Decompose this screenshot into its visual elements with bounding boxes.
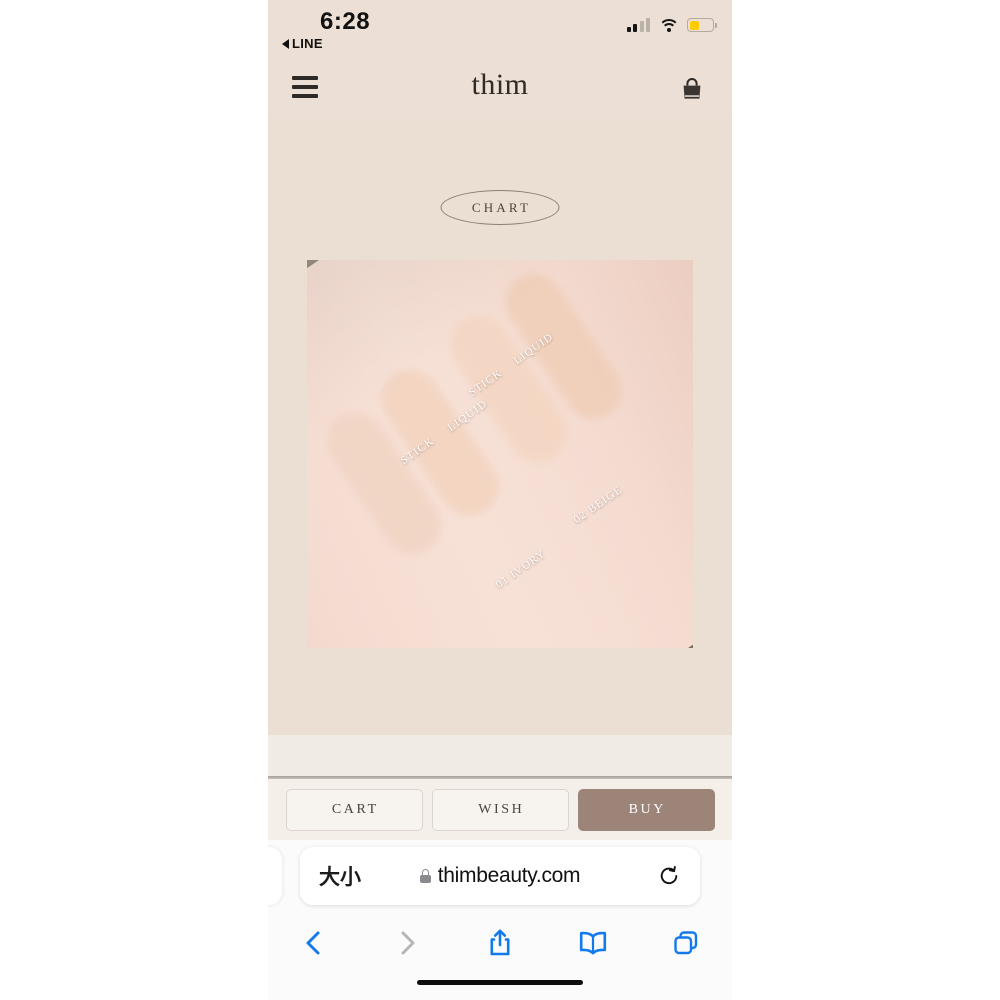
tabs-icon[interactable] xyxy=(639,929,732,957)
back-to-app-button[interactable]: LINE xyxy=(282,36,323,51)
shopping-bag-icon[interactable] xyxy=(678,75,706,103)
wish-button[interactable]: WISH xyxy=(431,788,569,831)
home-indicator xyxy=(417,980,583,985)
share-icon[interactable] xyxy=(454,928,547,958)
cart-button[interactable]: CART xyxy=(285,788,423,831)
reload-icon[interactable] xyxy=(658,865,680,887)
url-text: thimbeauty.com xyxy=(437,864,581,887)
back-to-app-label: LINE xyxy=(292,36,323,51)
forward-chevron-icon xyxy=(361,929,454,957)
product-action-bar: CART WISH BUY xyxy=(268,779,732,840)
foundation-swatch-photo[interactable]: STICK LIQUID STICK LIQUID 01 IVORY 02 BE… xyxy=(307,260,693,648)
brand-logo[interactable]: thim xyxy=(268,68,732,102)
status-bar: 6:28 LINE xyxy=(268,0,732,62)
bookmarks-icon[interactable] xyxy=(546,930,639,956)
buy-button[interactable]: BUY xyxy=(577,788,715,831)
phone-viewport: 6:28 LINE thim CHART STICK LIQUID STICK … xyxy=(268,0,732,1000)
address-bar-center: thimbeauty.com xyxy=(300,864,700,888)
battery-low-power-icon xyxy=(687,18,717,32)
address-bar[interactable]: 大小 thimbeauty.com xyxy=(300,847,700,905)
lock-icon xyxy=(419,869,431,883)
wifi-icon xyxy=(658,18,679,32)
browser-chrome: 大小 thimbeauty.com xyxy=(268,840,732,1000)
cellular-signal-icon xyxy=(626,18,650,32)
browser-toolbar xyxy=(268,916,732,970)
previous-tab-card[interactable] xyxy=(268,847,282,905)
chart-badge[interactable]: CHART xyxy=(440,190,560,225)
site-header: thim xyxy=(268,62,732,118)
triangle-left-icon xyxy=(282,38,289,49)
back-chevron-icon[interactable] xyxy=(268,929,361,957)
product-content: CHART STICK LIQUID STICK LIQUID 01 IVORY… xyxy=(268,118,732,735)
next-section xyxy=(268,735,732,778)
status-bar-indicators xyxy=(626,18,717,32)
status-bar-time: 6:28 xyxy=(320,8,371,35)
screenshot-canvas: 6:28 LINE thim CHART STICK LIQUID STICK … xyxy=(0,0,1000,1000)
